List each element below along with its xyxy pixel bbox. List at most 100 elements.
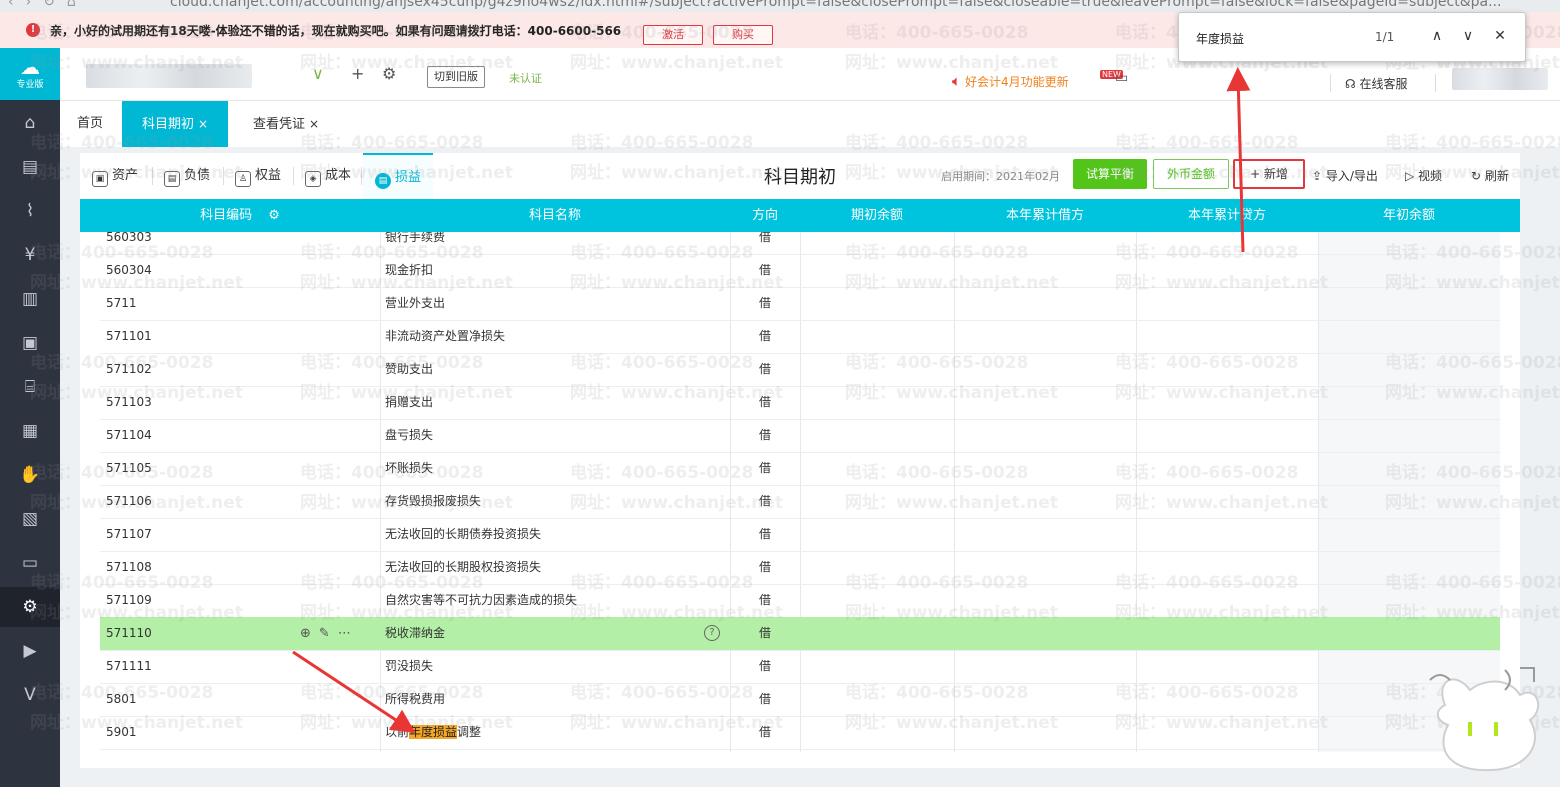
home-icon[interactable]: ⌂	[0, 103, 60, 143]
table-row[interactable]: 571104 盘亏损失 借	[100, 419, 1500, 453]
equity-icon: ♙	[235, 171, 251, 187]
refresh-button[interactable]: ↻ 刷新	[1471, 167, 1509, 184]
hand-icon[interactable]: ✋	[0, 455, 60, 495]
trial-balance-button[interactable]: 试算平衡	[1073, 159, 1147, 189]
unverified-label[interactable]: 未认证	[509, 70, 542, 86]
more-icon[interactable]: ⋯	[338, 626, 359, 641]
table-row[interactable]: 571105 坏账损失 借	[100, 452, 1500, 486]
close-icon[interactable]: ✕	[1489, 25, 1511, 47]
chart-icon[interactable]: ⌇	[0, 191, 60, 231]
add-circle-icon[interactable]: ⊕	[300, 626, 319, 641]
table-row[interactable]: 5801 所得税费用 借	[100, 683, 1500, 717]
browser-nav-icons[interactable]: ‹›↻⌂	[8, 0, 88, 10]
tray-icon[interactable]: ▭	[0, 543, 60, 583]
mascot-image	[1429, 667, 1540, 772]
help-icon[interactable]: ?	[704, 625, 720, 641]
find-match-highlight: 年度损益	[409, 725, 458, 739]
subject-code: 571111	[106, 659, 152, 673]
table-row[interactable]: 560303 银行手续费 借	[100, 232, 1500, 255]
tab-equity[interactable]: ♙ 权益	[235, 153, 281, 199]
trial-message: 亲，小好的试用期还有18天喽-体验还不错的话，现在就购买吧。如果有问题请拨打电话…	[50, 24, 622, 38]
table-row[interactable]: 571108 无法收回的长期股权投资损失 借	[100, 551, 1500, 585]
balance-direction[interactable]: 借	[730, 650, 800, 683]
balance-direction[interactable]: 借	[730, 386, 800, 419]
v-brand-icon[interactable]: V	[0, 675, 60, 715]
balance-direction[interactable]: 借	[730, 716, 800, 749]
tab-liabilities[interactable]: ▤ 负债	[164, 153, 210, 199]
balance-direction[interactable]: 借	[730, 320, 800, 353]
user-avatar-blurred[interactable]	[1452, 68, 1548, 90]
balance-direction[interactable]: 借	[730, 518, 800, 551]
add-new-button[interactable]: + 新增	[1233, 159, 1305, 189]
gear-icon[interactable]: ⚙	[382, 64, 396, 83]
tab-home[interactable]: 首页	[77, 101, 103, 147]
invoice-icon[interactable]: ▦	[0, 411, 60, 451]
chevron-up-icon[interactable]: ∧	[1426, 25, 1448, 47]
chevron-down-icon[interactable]: ∨	[1457, 25, 1479, 47]
table-row[interactable]: 571101 非流动资产处置净损失 借	[100, 320, 1500, 354]
edit-icon[interactable]: ✎	[319, 626, 338, 641]
ledger-icon[interactable]: ▥	[0, 279, 60, 319]
find-input[interactable]: 年度损益	[1196, 30, 1244, 47]
subject-code: 571101	[106, 329, 152, 343]
table-row[interactable]: 571111 罚没损失 借	[100, 650, 1500, 684]
close-icon[interactable]: ×	[309, 117, 319, 131]
balance-direction[interactable]: 借	[730, 617, 800, 650]
table-row[interactable]: 571110 税收滞纳金 借 ⊕✎⋯?	[100, 617, 1500, 651]
balance-direction[interactable]: 借	[730, 551, 800, 584]
switch-old-version-button[interactable]: 切到旧版	[427, 66, 485, 88]
gear-icon[interactable]: ⚙	[268, 208, 280, 223]
money-bag-icon[interactable]: ¥	[0, 235, 60, 275]
table-row[interactable]: 571106 存货毁损报废损失 借	[100, 485, 1500, 519]
voucher-icon[interactable]: ▤	[0, 147, 60, 187]
tab-view-voucher[interactable]: 查看凭证 ×	[253, 101, 319, 147]
balance-direction[interactable]: 借	[730, 419, 800, 452]
activate-button[interactable]: 激活	[643, 25, 703, 45]
balance-direction[interactable]: 借	[730, 232, 800, 254]
document-icon[interactable]: ▧	[0, 499, 60, 539]
table-row[interactable]: 571109 自然灾害等不可抗力因素造成的损失 借	[100, 584, 1500, 618]
subject-name: 银行手续费	[385, 232, 446, 244]
cost-icon: ◈	[305, 171, 321, 187]
app-logo[interactable]: ☁ 专业版	[0, 48, 60, 100]
tab-subject-opening[interactable]: 科目期初 ×	[122, 101, 228, 147]
tv-icon[interactable]: ▭	[1115, 70, 1128, 86]
speaker-icon: 🔈︎	[952, 72, 962, 90]
divider	[1330, 74, 1331, 92]
tab-assets[interactable]: ▣ 资产	[92, 153, 138, 199]
balance-direction[interactable]: 借	[730, 452, 800, 485]
balance-direction[interactable]: 借	[730, 254, 800, 287]
report-icon[interactable]: ▣	[0, 323, 60, 363]
online-service-link[interactable]: ☊ 在线客服	[1345, 75, 1408, 92]
browser-url[interactable]: cloud.chanjet.com/accounting/anjsex45cun…	[170, 0, 1501, 10]
balance-direction[interactable]: 借	[730, 584, 800, 617]
table-row[interactable]: 571102 赞助支出 借	[100, 353, 1500, 387]
import-export-button[interactable]: ⇪ 导入/导出	[1312, 167, 1378, 184]
subject-name: 无法收回的长期股权投资损失	[385, 560, 542, 574]
table-row[interactable]: 5711 营业外支出 借	[100, 287, 1500, 321]
chevron-down-icon[interactable]: ∨	[312, 64, 324, 83]
table-row[interactable]: 560304 现金折扣 借	[100, 254, 1500, 288]
table-row[interactable]: 571107 无法收回的长期债券投资损失 借	[100, 518, 1500, 552]
balance-direction[interactable]: 借	[730, 287, 800, 320]
tab-cost[interactable]: ◈ 成本	[305, 153, 351, 199]
plus-icon[interactable]: +	[351, 64, 364, 83]
close-icon[interactable]: ×	[198, 117, 208, 131]
settings-icon[interactable]: ⚙	[0, 587, 60, 627]
video-button[interactable]: ▷ 视频	[1405, 167, 1442, 184]
table-row[interactable]: 5901 以前年度损益调整 借	[100, 716, 1500, 750]
alert-icon: !	[26, 23, 40, 37]
tab-profit-loss[interactable]: ▤ 损益	[363, 153, 433, 201]
foreign-currency-button[interactable]: 外币金额	[1153, 159, 1229, 189]
balance-direction[interactable]: 借	[730, 485, 800, 518]
bank-icon[interactable]: ⌸	[0, 367, 60, 407]
buy-button[interactable]: 购买	[713, 25, 773, 45]
table-row[interactable]: 571103 捐赠支出 借	[100, 386, 1500, 420]
subject-code: 571107	[106, 527, 152, 541]
balance-direction[interactable]: 借	[730, 683, 800, 716]
video-icon[interactable]: ▶	[0, 631, 60, 671]
balance-direction[interactable]: 借	[730, 353, 800, 386]
subject-name: 营业外支出	[385, 296, 446, 310]
subject-code: 5801	[106, 692, 137, 706]
update-notice[interactable]: 🔈︎ 好会计4月功能更新	[952, 72, 1069, 90]
